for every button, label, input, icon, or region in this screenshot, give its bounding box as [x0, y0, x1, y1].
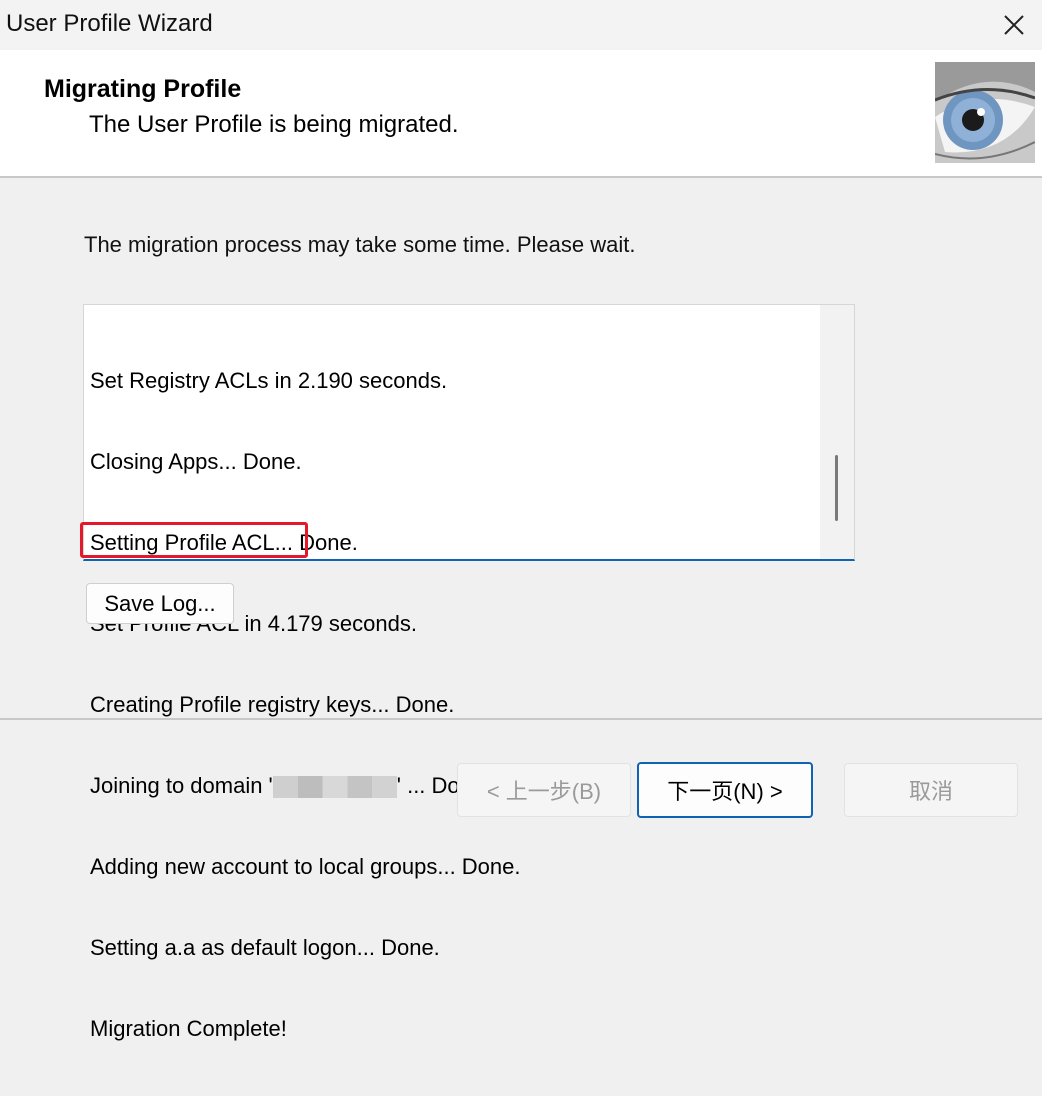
intro-text: The migration process may take some time…	[84, 232, 636, 257]
save-log-button[interactable]: Save Log...	[86, 583, 234, 624]
log-line-complete: Migration Complete!	[90, 1016, 287, 1041]
footer-divider	[0, 718, 1042, 720]
log-scrollbar[interactable]	[820, 305, 854, 559]
redacted-domain	[272, 776, 397, 799]
log-line: Closing Apps... Done.	[90, 449, 302, 474]
close-icon	[1004, 15, 1024, 35]
page-title: Migrating Profile	[44, 75, 242, 103]
wizard-header: Migrating Profile The User Profile is be…	[0, 50, 1042, 178]
cancel-button[interactable]: 取消	[844, 763, 1018, 817]
window-title: User Profile Wizard	[6, 10, 213, 37]
back-button[interactable]: < 上一步(B)	[457, 763, 631, 817]
next-button[interactable]: 下一页(N) >	[637, 762, 813, 818]
eye-image	[935, 62, 1035, 163]
log-line: Setting a.a as default logon... Done.	[90, 935, 440, 960]
log-text: Joining to domain '	[90, 773, 273, 798]
scrollbar-thumb[interactable]	[835, 455, 838, 521]
log-line-domain: Joining to domain ' ' ... Done.	[90, 772, 521, 799]
log-line: Creating Profile registry keys... Done.	[90, 692, 455, 717]
highlight-box	[80, 522, 308, 558]
page-subtitle: The User Profile is being migrated.	[89, 111, 459, 138]
log-line: Set Registry ACLs in 2.190 seconds.	[90, 368, 448, 393]
log-line: Adding new account to local groups... Do…	[90, 854, 521, 879]
title-bar: User Profile Wizard	[0, 0, 1042, 50]
close-button[interactable]	[986, 0, 1042, 50]
